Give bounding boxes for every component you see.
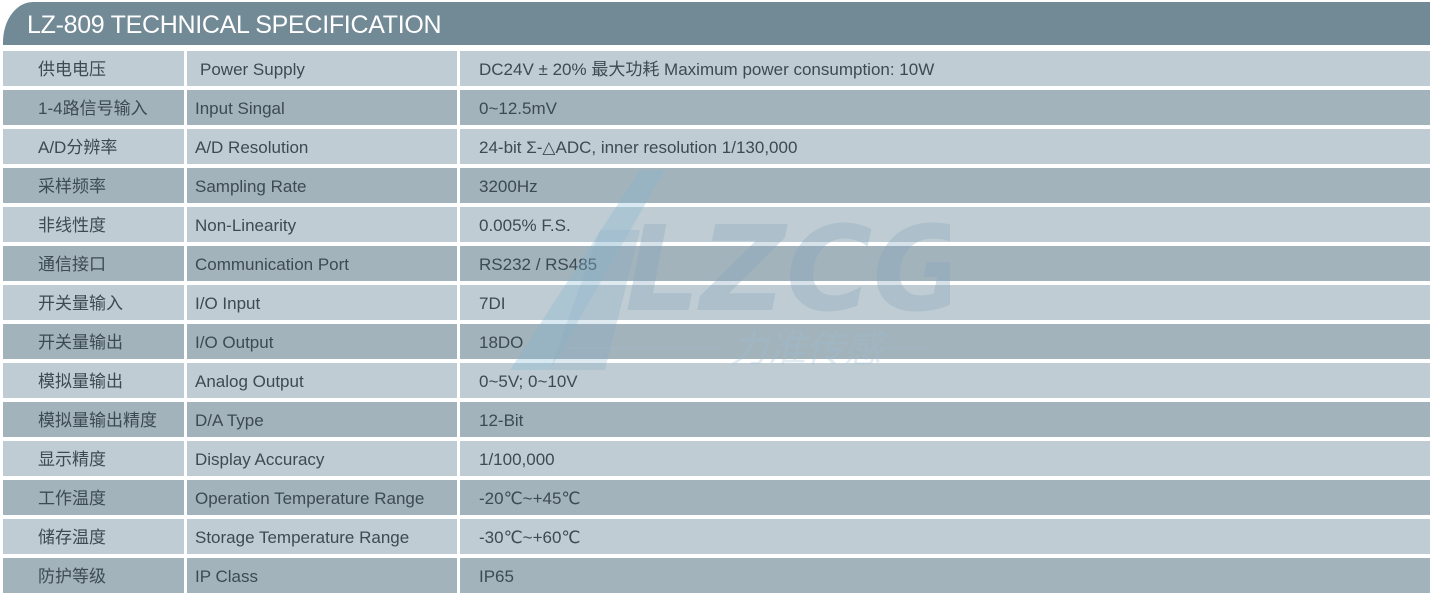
spec-cn-label: 防护等级: [3, 558, 184, 593]
spec-en-label: Non-Linearity: [187, 207, 457, 242]
spec-cn-label: 开关量输入: [3, 285, 184, 320]
spec-row-io-output: 开关量输出 I/O Output 18DO: [3, 324, 1430, 359]
spec-value: -30℃~+60℃: [460, 519, 1430, 554]
spec-cn-label: 非线性度: [3, 207, 184, 242]
spec-title: LZ-809 TECHNICAL SPECIFICATION: [27, 11, 442, 39]
spec-title-bar: LZ-809 TECHNICAL SPECIFICATION: [3, 2, 1430, 45]
spec-en-label: Operation Temperature Range: [187, 480, 457, 515]
spec-value: RS232 / RS485: [460, 246, 1430, 281]
spec-en-label: IP Class: [187, 558, 457, 593]
spec-value: 3200Hz: [460, 168, 1430, 203]
spec-value: 24-bit Σ-△ADC, inner resolution 1/130,00…: [460, 129, 1430, 164]
spec-en-label: A/D Resolution: [187, 129, 457, 164]
spec-value: -20℃~+45℃: [460, 480, 1430, 515]
spec-value: 0~12.5mV: [460, 90, 1430, 125]
spec-en-label: D/A Type: [187, 402, 457, 437]
spec-value: 0.005% F.S.: [460, 207, 1430, 242]
spec-en-label: Input Singal: [187, 90, 457, 125]
spec-value: DC24V ± 20% 最大功耗 Maximum power consumpti…: [460, 51, 1430, 86]
spec-en-label: Communication Port: [187, 246, 457, 281]
spec-row-ip-class: 防护等级 IP Class IP65: [3, 558, 1430, 593]
spec-cn-label: 模拟量输出: [3, 363, 184, 398]
spec-en-label: Storage Temperature Range: [187, 519, 457, 554]
spec-cn-label: 工作温度: [3, 480, 184, 515]
spec-en-label: Sampling Rate: [187, 168, 457, 203]
spec-row-da-type: 模拟量输出精度 D/A Type 12-Bit: [3, 402, 1430, 437]
spec-row-non-linearity: 非线性度 Non-Linearity 0.005% F.S.: [3, 207, 1430, 242]
spec-cn-label: 通信接口: [3, 246, 184, 281]
spec-row-power-supply: 供电电压 Power Supply DC24V ± 20% 最大功耗 Maxim…: [3, 51, 1430, 86]
spec-row-display-accuracy: 显示精度 Display Accuracy 1/100,000: [3, 441, 1430, 476]
spec-en-label: Display Accuracy: [187, 441, 457, 476]
spec-row-input-signal: 1-4路信号输入 Input Singal 0~12.5mV: [3, 90, 1430, 125]
spec-value: 1/100,000: [460, 441, 1430, 476]
spec-en-label: I/O Output: [187, 324, 457, 359]
spec-row-storage-temperature: 储存温度 Storage Temperature Range -30℃~+60℃: [3, 519, 1430, 554]
spec-value: 18DO: [460, 324, 1430, 359]
spec-cn-label: 1-4路信号输入: [3, 90, 184, 125]
spec-en-label: I/O Input: [187, 285, 457, 320]
spec-cn-label: 模拟量输出精度: [3, 402, 184, 437]
spec-value: 12-Bit: [460, 402, 1430, 437]
spec-cn-label: 储存温度: [3, 519, 184, 554]
spec-cn-label: A/D分辨率: [3, 129, 184, 164]
spec-cn-label: 供电电压: [3, 51, 184, 86]
spec-row-sampling-rate: 采样频率 Sampling Rate 3200Hz: [3, 168, 1430, 203]
spec-table: 供电电压 Power Supply DC24V ± 20% 最大功耗 Maxim…: [3, 51, 1430, 597]
spec-value: 0~5V; 0~10V: [460, 363, 1430, 398]
spec-row-analog-output: 模拟量输出 Analog Output 0~5V; 0~10V: [3, 363, 1430, 398]
spec-value: IP65: [460, 558, 1430, 593]
spec-en-label: Power Supply: [187, 51, 457, 86]
spec-row-io-input: 开关量输入 I/O Input 7DI: [3, 285, 1430, 320]
spec-cn-label: 采样频率: [3, 168, 184, 203]
spec-row-operation-temperature: 工作温度 Operation Temperature Range -20℃~+4…: [3, 480, 1430, 515]
spec-cn-label: 显示精度: [3, 441, 184, 476]
spec-row-communication-port: 通信接口 Communication Port RS232 / RS485: [3, 246, 1430, 281]
spec-row-ad-resolution: A/D分辨率 A/D Resolution 24-bit Σ-△ADC, inn…: [3, 129, 1430, 164]
spec-en-label: Analog Output: [187, 363, 457, 398]
spec-value: 7DI: [460, 285, 1430, 320]
spec-cn-label: 开关量输出: [3, 324, 184, 359]
